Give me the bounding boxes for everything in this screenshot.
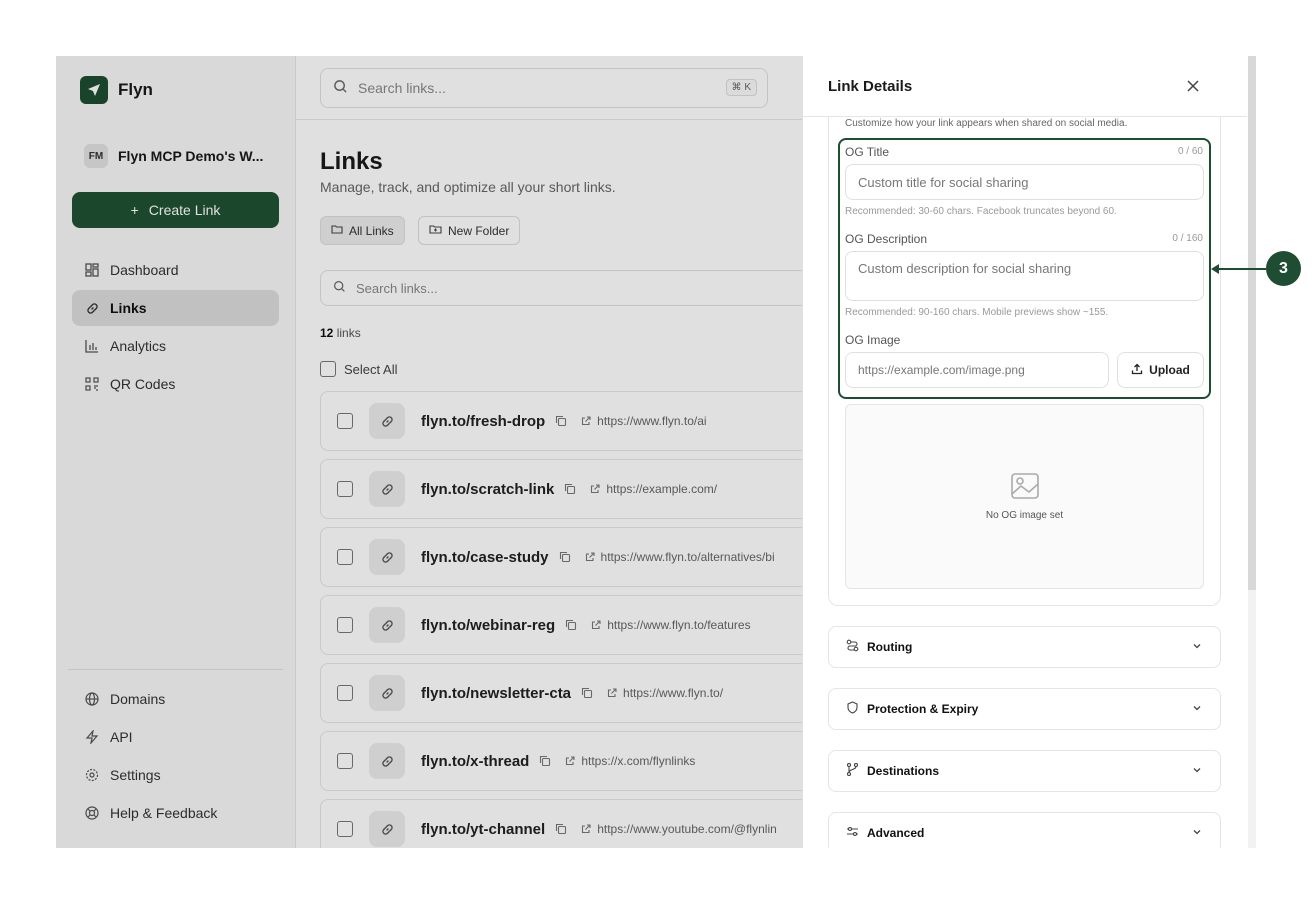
sliders-icon: [846, 825, 859, 841]
chevron-down-icon: [1192, 641, 1202, 651]
section-label: Protection & Expiry: [867, 702, 979, 716]
no-og-image-text: No OG image set: [985, 510, 1064, 521]
callout-badge: 3: [1266, 251, 1301, 286]
panel-scrollbar-track[interactable]: [1248, 56, 1256, 848]
callout-line: [1218, 268, 1266, 270]
section-destinations[interactable]: Destinations: [828, 750, 1221, 792]
chevron-down-icon: [1192, 827, 1202, 837]
panel-title: Link Details: [828, 78, 913, 95]
panel-header: Link Details: [803, 56, 1247, 116]
panel-scrollbar-thumb[interactable]: [1248, 56, 1256, 590]
section-routing[interactable]: Routing: [828, 626, 1221, 668]
link-details-panel: Customize how your link appears when sha…: [802, 56, 1256, 848]
og-section-description: Customize how your link appears when sha…: [845, 118, 1128, 129]
chevron-down-icon: [1192, 703, 1202, 713]
section-protection-expiry[interactable]: Protection & Expiry: [828, 688, 1221, 730]
highlight-annotation-box: [838, 138, 1211, 399]
section-advanced[interactable]: Advanced: [828, 812, 1221, 848]
og-image-preview: No OG image set: [845, 404, 1204, 589]
panel-header-divider: [803, 116, 1247, 117]
chevron-down-icon: [1192, 765, 1202, 775]
close-icon[interactable]: [1183, 76, 1203, 96]
section-label: Destinations: [867, 764, 940, 778]
section-label: Routing: [867, 640, 913, 654]
modal-backdrop[interactable]: [56, 56, 802, 848]
section-label: Advanced: [867, 826, 925, 840]
app-window: Flyn FM Flyn MCP Demo's W... + Create Li…: [56, 56, 1256, 848]
routing-icon: [846, 639, 859, 655]
branch-icon: [846, 762, 859, 779]
callout-arrow-icon: [1211, 264, 1219, 274]
image-icon: [1010, 473, 1039, 499]
shield-icon: [846, 701, 859, 717]
